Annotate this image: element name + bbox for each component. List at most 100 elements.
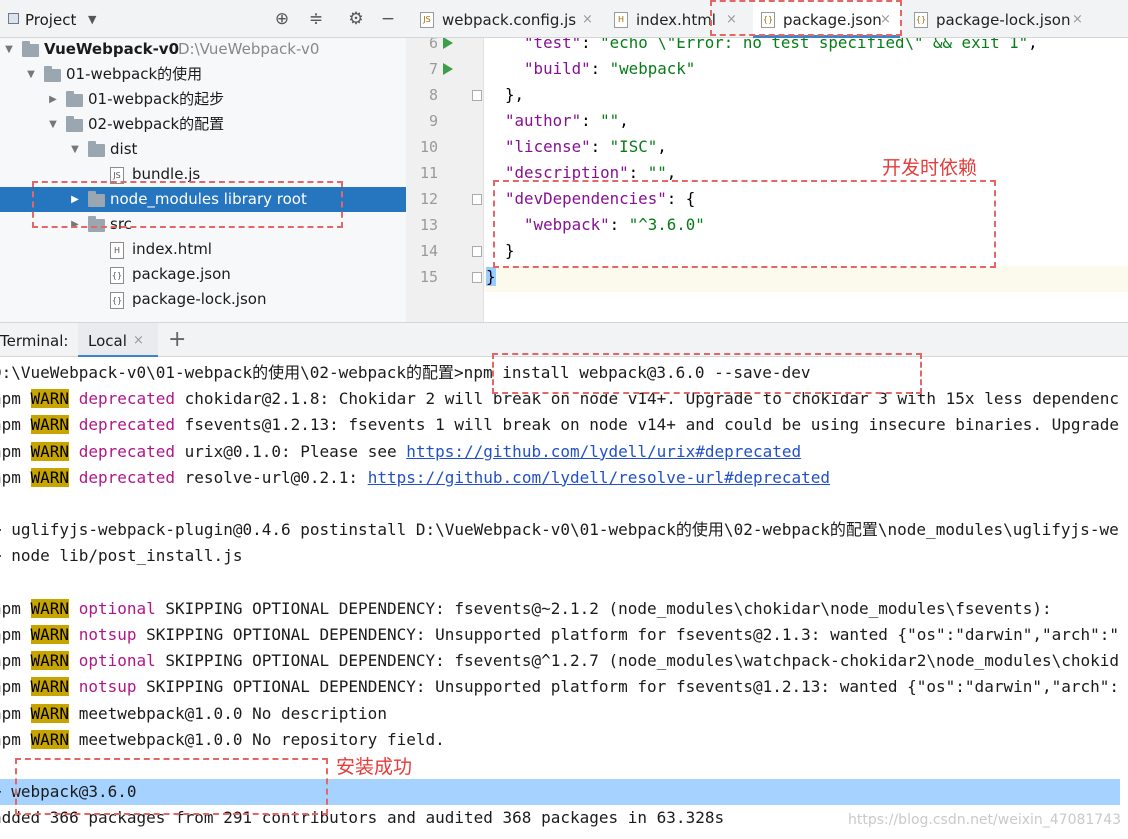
terminal-text: npm <box>0 729 21 749</box>
chevron-down-icon[interactable]: ▼ <box>24 62 38 87</box>
close-icon[interactable]: × <box>1072 0 1083 40</box>
terminal-line: npm WARN optional SKIPPING OPTIONAL DEPE… <box>0 596 1120 622</box>
tree-item-label: 02-webpack的配置 <box>88 115 225 133</box>
warn-badge: WARN <box>30 415 70 435</box>
json-file-icon: {} <box>914 12 928 28</box>
tree-item[interactable]: ▶ 01-webpack的起步 <box>0 87 406 112</box>
folder-icon <box>66 116 83 132</box>
terminal-text: npm <box>0 467 21 487</box>
warn-type: notsup <box>78 677 137 697</box>
terminal-text: npm <box>0 677 21 697</box>
add-terminal-icon[interactable]: + <box>168 327 186 352</box>
terminal-line: npm WARN notsup SKIPPING OPTIONAL DEPEND… <box>0 622 1120 648</box>
annotation-dev-deps: 开发时依赖 <box>882 157 978 179</box>
warn-type: notsup <box>78 625 137 644</box>
code-line[interactable]: "author": "", <box>486 108 629 134</box>
code-line[interactable]: }, <box>486 82 524 108</box>
tree-item[interactable]: ▼ dist <box>0 137 406 162</box>
tree-item-label: 01-webpack的起步 <box>88 90 225 108</box>
chevron-down-icon[interactable]: ▼ <box>68 137 82 162</box>
fold-marker-icon[interactable] <box>472 194 482 205</box>
json-file-icon: {} <box>110 267 124 284</box>
run-script-icon[interactable] <box>443 38 453 49</box>
code-token: , <box>657 137 667 156</box>
tree-item-label: package.json <box>132 265 231 283</box>
terminal-tab-label: Local <box>88 332 127 350</box>
code-token: : <box>590 137 610 156</box>
folder-icon <box>66 91 83 107</box>
editor-tab-label: package-lock.json <box>936 11 1071 29</box>
chevron-down-icon[interactable]: ▼ <box>88 13 96 26</box>
warn-badge: WARN <box>30 703 70 723</box>
close-icon[interactable]: × <box>582 0 593 40</box>
code-token: }, <box>486 85 525 104</box>
current-line-highlight <box>406 266 1128 292</box>
fold-marker-icon[interactable] <box>472 90 482 101</box>
json-string: "ISC" <box>609 137 658 156</box>
line-number: 8 <box>428 86 438 104</box>
json-string: "" <box>600 111 620 130</box>
fold-marker-icon[interactable] <box>472 246 482 257</box>
warn-type: deprecated <box>78 389 176 409</box>
tree-item[interactable]: ▼ 02-webpack的配置 <box>0 112 406 137</box>
code-token: : <box>590 59 610 78</box>
terminal-line: npm WARN deprecated fsevents@1.2.13: fse… <box>0 412 1120 438</box>
terminal-text: SKIPPING OPTIONAL DEPENDENCY: Unsupporte… <box>136 677 1120 697</box>
warn-badge: WARN <box>30 441 70 461</box>
code-line[interactable]: "license": "ISC", <box>486 134 667 160</box>
terminal-text: SKIPPING OPTIONAL DEPENDENCY: fsevents@~… <box>155 598 1052 618</box>
tree-item-path: D:\VueWebpack-v0 <box>178 40 320 58</box>
chevron-down-icon[interactable]: ▼ <box>46 112 60 137</box>
run-script-icon[interactable] <box>443 63 453 75</box>
editor-tab[interactable]: {} package-lock.json × <box>906 0 1092 38</box>
terminal-line: > uglifyjs-webpack-plugin@0.4.6 postinst… <box>0 517 1120 543</box>
warn-badge: WARN <box>30 389 70 409</box>
json-string: "webpack" <box>609 59 696 78</box>
project-panel-title[interactable]: Project <box>25 11 76 29</box>
code-line[interactable]: "build": "webpack" <box>486 56 695 82</box>
gutter-line: 6 <box>406 38 484 56</box>
terminal-text: SKIPPING OPTIONAL DEPENDENCY: Unsupporte… <box>136 625 1120 644</box>
tree-item[interactable]: Hindex.html <box>0 237 406 262</box>
terminal-text: npm <box>0 415 21 435</box>
html-file-icon: H <box>614 12 628 28</box>
gear-icon[interactable]: ⚙ <box>346 9 366 29</box>
locate-icon[interactable]: ⊕ <box>272 9 292 29</box>
code-token: , <box>1028 38 1038 52</box>
terminal-link[interactable]: https://github.com/lydell/urix#deprecate… <box>406 442 801 461</box>
terminal-tab-local[interactable]: Local × <box>78 323 158 358</box>
terminal-text: SKIPPING OPTIONAL DEPENDENCY: fsevents@^… <box>165 651 1120 671</box>
minimize-icon[interactable]: − <box>378 9 398 29</box>
code-line[interactable]: "test": "echo \"Error: no test specified… <box>486 38 1038 56</box>
gutter-line: 11 <box>406 160 484 186</box>
annotation-box-install-result <box>15 758 328 815</box>
tree-item[interactable]: ▼ VueWebpack-v0 D:\VueWebpack-v0 <box>0 37 406 62</box>
terminal-text: npm <box>0 598 21 618</box>
chevron-down-icon[interactable]: ▼ <box>2 37 16 62</box>
folder-icon <box>22 41 39 57</box>
warn-badge: WARN <box>30 651 70 671</box>
fold-marker-icon[interactable] <box>472 272 482 283</box>
chevron-right-icon[interactable]: ▶ <box>46 87 60 112</box>
tree-item[interactable]: {} package.json <box>0 262 406 287</box>
tree-item[interactable]: ▼ 01-webpack的使用 <box>0 62 406 87</box>
terminal-link[interactable]: https://github.com/lydell/resolve-url#de… <box>368 468 830 487</box>
collapse-all-icon[interactable]: ≑ <box>306 9 326 29</box>
editor-tab[interactable]: JS webpack.config.js × <box>412 0 602 38</box>
warn-type: deprecated <box>78 467 176 487</box>
tree-item[interactable]: {} package-lock.json <box>0 287 406 312</box>
json-string: "echo \"Error: no test specified\" && ex… <box>600 38 1029 52</box>
json-key: "test" <box>524 38 582 52</box>
annotation-box-dev-deps <box>493 180 996 268</box>
close-icon[interactable]: × <box>133 333 144 348</box>
